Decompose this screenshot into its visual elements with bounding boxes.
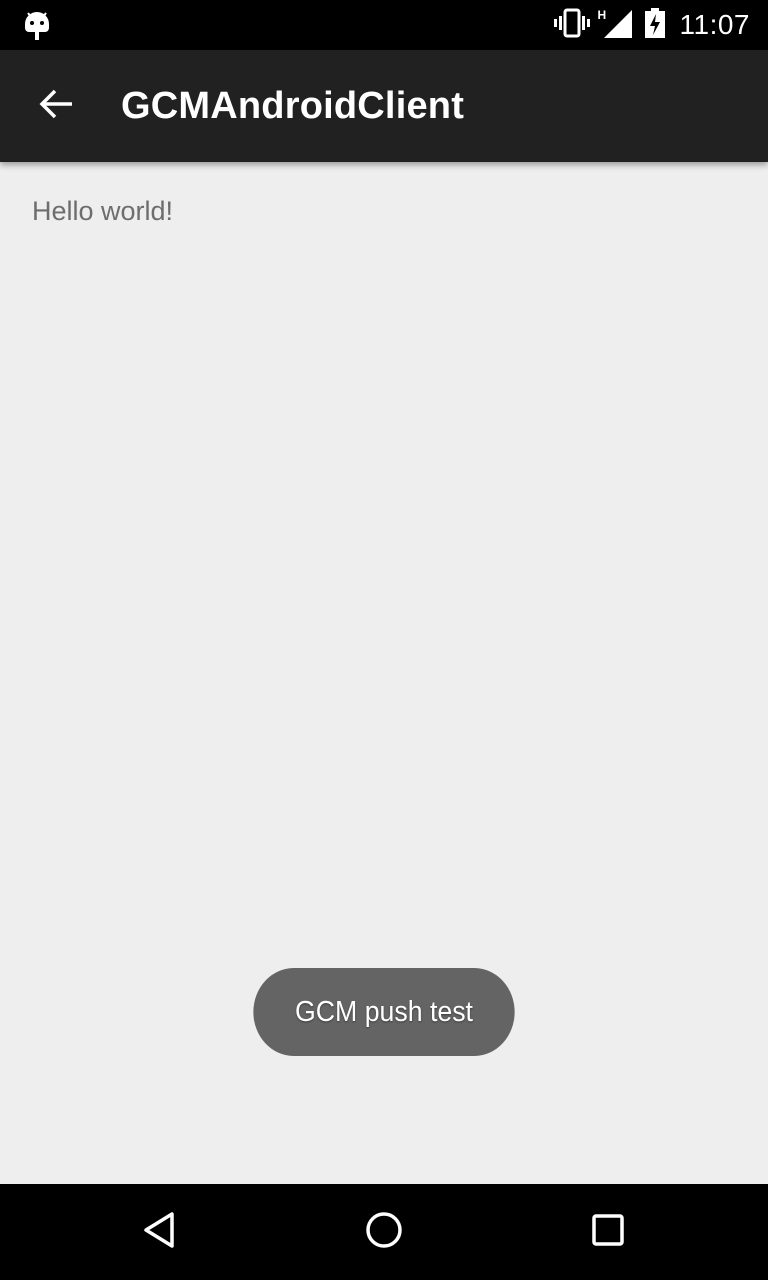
- back-triangle-icon: [140, 1210, 180, 1254]
- home-circle-icon: [364, 1210, 404, 1254]
- toast-message: GCM push test: [253, 968, 515, 1056]
- arrow-back-icon: [38, 88, 74, 124]
- nav-home-button[interactable]: [360, 1208, 408, 1256]
- nav-recents-button[interactable]: [584, 1208, 632, 1256]
- status-time: 11:07: [679, 9, 750, 40]
- back-button[interactable]: [28, 78, 84, 134]
- app-bar: GCMAndroidClient: [0, 50, 768, 162]
- recents-square-icon: [588, 1210, 628, 1254]
- nav-back-button[interactable]: [136, 1208, 184, 1256]
- vibrate-icon: [553, 8, 590, 42]
- battery-charging-icon: [644, 8, 666, 42]
- signal-icon: H: [598, 8, 634, 40]
- app-title: GCMAndroidClient: [121, 85, 465, 127]
- android-debug-icon: [22, 8, 52, 42]
- status-bar: H 11:07: [0, 0, 768, 50]
- navigation-bar: [0, 1184, 768, 1280]
- hello-text: Hello world!: [32, 196, 174, 226]
